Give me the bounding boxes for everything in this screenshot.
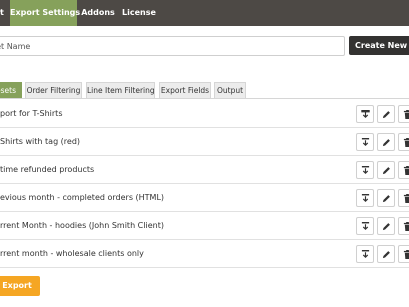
subtab-presets[interactable]: esets (0, 82, 22, 98)
export-button[interactable]: Export (0, 276, 40, 296)
create-preset-button[interactable]: Create New Pres (349, 36, 409, 55)
export-preset-button[interactable] (356, 189, 374, 207)
pencil-icon (382, 251, 390, 259)
subtab-export-fields[interactable]: Export Fields (159, 82, 211, 98)
export-icon (361, 166, 370, 175)
edit-preset-button[interactable] (377, 161, 395, 179)
delete-preset-button[interactable] (398, 189, 409, 207)
list-item: port for T-Shirts (0, 100, 409, 128)
top-nav: t Export Settings Addons License (0, 0, 409, 26)
trash-icon (403, 194, 409, 203)
export-icon (361, 194, 370, 203)
delete-preset-button[interactable] (398, 105, 409, 123)
delete-preset-button[interactable] (398, 133, 409, 151)
subtab-output[interactable]: Output (214, 82, 246, 98)
preset-name: time refunded products (0, 165, 95, 174)
tab-addons[interactable]: Addons (77, 0, 119, 26)
pencil-icon (382, 195, 390, 203)
preset-name: evious month - completed orders (HTML) (0, 193, 165, 202)
export-icon (361, 250, 370, 259)
tab-license[interactable]: License (119, 0, 159, 26)
trash-icon (403, 138, 409, 147)
export-icon (361, 222, 370, 231)
pencil-icon (382, 223, 390, 231)
preset-name-field[interactable] (0, 36, 345, 56)
edit-preset-button[interactable] (377, 245, 395, 263)
export-icon (361, 110, 370, 119)
trash-icon (403, 222, 409, 231)
preset-name-input[interactable] (0, 37, 344, 55)
list-item: evious month - completed orders (HTML) (0, 184, 409, 212)
subtab-divider (0, 98, 409, 99)
preset-name: rrent Month - hoodies (John Smith Client… (0, 221, 164, 230)
export-preset-button[interactable] (356, 105, 374, 123)
export-icon (361, 138, 370, 147)
edit-preset-button[interactable] (377, 133, 395, 151)
pencil-icon (382, 111, 390, 119)
preset-name: port for T-Shirts (0, 109, 63, 118)
list-item: Shirts with tag (red) (0, 128, 409, 156)
subtab-line-item-filtering[interactable]: Line Item Filtering (86, 82, 155, 98)
list-item: rrent month - wholesale clients only (0, 240, 409, 268)
trash-icon (403, 110, 409, 119)
export-preset-button[interactable] (356, 217, 374, 235)
delete-preset-button[interactable] (398, 245, 409, 263)
subtab-order-filtering[interactable]: Order Filtering (25, 82, 82, 98)
trash-icon (403, 166, 409, 175)
trash-icon (403, 250, 409, 259)
list-item: time refunded products (0, 156, 409, 184)
pencil-icon (382, 139, 390, 147)
edit-preset-button[interactable] (377, 217, 395, 235)
tab-general[interactable]: t (0, 0, 10, 26)
delete-preset-button[interactable] (398, 161, 409, 179)
export-preset-button[interactable] (356, 161, 374, 179)
export-preset-button[interactable] (356, 133, 374, 151)
preset-name: Shirts with tag (red) (0, 137, 81, 146)
list-item: rrent Month - hoodies (John Smith Client… (0, 212, 409, 240)
delete-preset-button[interactable] (398, 217, 409, 235)
edit-preset-button[interactable] (377, 189, 395, 207)
export-preset-button[interactable] (356, 245, 374, 263)
pencil-icon (382, 167, 390, 175)
edit-preset-button[interactable] (377, 105, 395, 123)
preset-name: rrent month - wholesale clients only (0, 249, 144, 258)
tab-export-settings[interactable]: Export Settings (10, 0, 80, 26)
